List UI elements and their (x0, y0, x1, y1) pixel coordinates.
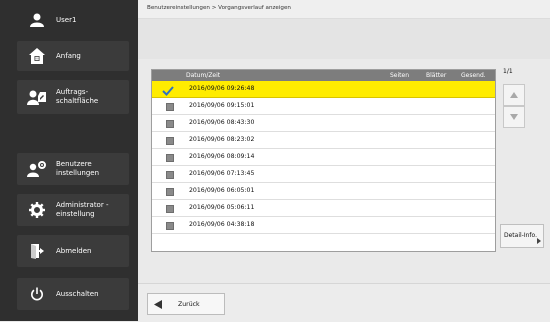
checkbox-icon (166, 171, 174, 179)
sidebar: User1 Anfang Auftrags- schaltfläche Benu… (0, 0, 138, 321)
row-datetime: 2016/09/06 04:38:18 (189, 221, 255, 228)
table-row[interactable]: 2016/09/06 08:09:14 (152, 149, 495, 166)
table-row[interactable]: 2016/09/06 08:43:30 (152, 115, 495, 132)
user-name: User1 (56, 16, 77, 24)
main-area: Benutzereinstellungen > Vorgangsverlauf … (138, 0, 550, 322)
user-info: User1 (17, 8, 129, 32)
sidebar-item-power-off[interactable]: Ausschalten (17, 278, 129, 310)
sidebar-item-admin-settings[interactable]: Administrator - einstellung (17, 194, 129, 226)
scroll-down-button[interactable] (503, 106, 525, 128)
header-band (138, 19, 550, 59)
row-datetime: 2016/09/06 06:05:01 (189, 187, 255, 194)
checkbox-icon (166, 137, 174, 145)
power-icon (27, 287, 47, 301)
job-status-icon (27, 89, 47, 105)
bottom-bar: Zurück (138, 283, 550, 322)
list-header: Datum/Zeit Seiten Blätter Gesend. (152, 70, 495, 81)
back-label: Zurück (178, 301, 200, 308)
logout-icon (27, 243, 47, 259)
checkbox-icon (166, 188, 174, 196)
table-row[interactable]: 2016/09/06 06:05:01 (152, 183, 495, 200)
column-header-datetime: Datum/Zeit (186, 72, 221, 79)
row-datetime: 2016/09/06 08:09:14 (189, 153, 255, 160)
sidebar-item-home[interactable]: Anfang (17, 41, 129, 71)
sidebar-item-user-settings[interactable]: Benutzere instellungen (17, 153, 129, 185)
checkbox-icon (166, 205, 174, 213)
page-indicator: 1/1 (503, 68, 513, 75)
sidebar-item-job-status[interactable]: Auftrags- schaltfläche (17, 80, 129, 114)
sidebar-item-label: Ausschalten (56, 289, 99, 298)
table-row-empty (152, 234, 495, 251)
arrow-right-icon (537, 238, 541, 244)
sidebar-item-label: Administrator - einstellung (56, 201, 109, 218)
row-datetime: 2016/09/06 08:23:02 (189, 136, 255, 143)
arrow-up-icon (510, 92, 518, 98)
row-datetime: 2016/09/06 08:43:30 (189, 119, 255, 126)
sidebar-item-label: Benutzere instellungen (56, 160, 100, 177)
admin-settings-icon (27, 202, 47, 218)
table-row[interactable]: 2016/09/06 09:15:01 (152, 98, 495, 115)
table-row[interactable]: 2016/09/06 08:23:02 (152, 132, 495, 149)
sidebar-item-label: Auftrags- schaltfläche (56, 88, 99, 105)
sidebar-item-label: Anfang (56, 51, 81, 60)
column-header-pages: Seiten (390, 72, 410, 79)
history-list: Datum/Zeit Seiten Blätter Gesend. 2016/0… (151, 69, 496, 252)
row-datetime: 2016/09/06 05:06:11 (189, 204, 255, 211)
scroll-up-button[interactable] (503, 84, 525, 106)
column-header-sent: Gesend. (461, 72, 486, 79)
row-datetime: 2016/09/06 07:13:45 (189, 170, 255, 177)
arrow-left-icon (154, 300, 162, 309)
breadcrumb: Benutzereinstellungen > Vorgangsverlauf … (147, 5, 291, 11)
detail-info-label: Detail-Info. (504, 232, 537, 239)
detail-info-button[interactable]: Detail-Info. (500, 224, 544, 248)
user-settings-icon (27, 161, 47, 177)
checkbox-icon (166, 154, 174, 162)
checkbox-icon (166, 103, 174, 111)
checkbox-icon (166, 120, 174, 128)
row-datetime: 2016/09/06 09:15:01 (189, 102, 255, 109)
back-button[interactable]: Zurück (147, 293, 225, 315)
top-bar: Benutzereinstellungen > Vorgangsverlauf … (138, 0, 550, 19)
row-datetime: 2016/09/06 09:26:48 (189, 85, 255, 92)
table-row[interactable]: 2016/09/06 07:13:45 (152, 166, 495, 183)
table-row[interactable]: 2016/09/06 05:06:11 (152, 200, 495, 217)
table-row[interactable]: 2016/09/06 04:38:18 (152, 217, 495, 234)
home-icon (27, 47, 47, 65)
table-row[interactable]: 2016/09/06 09:26:48 (152, 81, 495, 98)
checkbox-icon (166, 222, 174, 230)
column-header-sheets: Blätter (426, 72, 447, 79)
user-icon (27, 13, 47, 27)
sidebar-item-label: Abmelden (56, 246, 92, 255)
sidebar-item-logout[interactable]: Abmelden (17, 235, 129, 267)
arrow-down-icon (510, 114, 518, 120)
